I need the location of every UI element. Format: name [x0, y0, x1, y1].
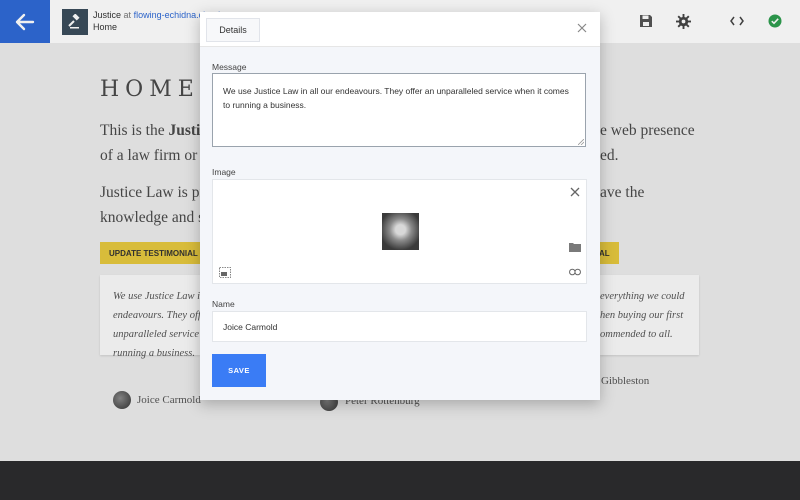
- modal-body: Message We use Justice Law in all our en…: [200, 47, 600, 400]
- modal-close-button[interactable]: [576, 21, 588, 33]
- name-label: Name: [212, 299, 235, 309]
- image-label: Image: [212, 167, 236, 177]
- name-value: Joice Carmold: [223, 321, 278, 332]
- message-textarea[interactable]: We use Justice Law in all our endeavours…: [212, 73, 586, 147]
- save-button[interactable]: SAVE: [212, 354, 266, 387]
- name-input[interactable]: Joice Carmold: [212, 311, 587, 342]
- image-preview: [382, 213, 419, 250]
- message-text: We use Justice Law in all our endeavours…: [223, 86, 569, 110]
- tab-details[interactable]: Details: [206, 18, 260, 42]
- close-icon: [570, 187, 580, 197]
- message-label: Message: [212, 62, 247, 72]
- image-link-button[interactable]: [569, 266, 581, 278]
- image-select-icon: [219, 266, 231, 278]
- folder-icon: [569, 243, 581, 252]
- resize-handle-icon[interactable]: [578, 139, 584, 145]
- image-field: [212, 179, 587, 284]
- close-icon: [577, 23, 587, 33]
- image-remove-button[interactable]: [569, 186, 581, 198]
- image-select-button[interactable]: [219, 266, 231, 278]
- modal-header: Details: [200, 12, 600, 47]
- edit-testimonial-modal: Details Message We use Justice Law in al…: [200, 12, 600, 400]
- folder-browse-button[interactable]: [569, 241, 581, 253]
- link-icon: [569, 268, 581, 276]
